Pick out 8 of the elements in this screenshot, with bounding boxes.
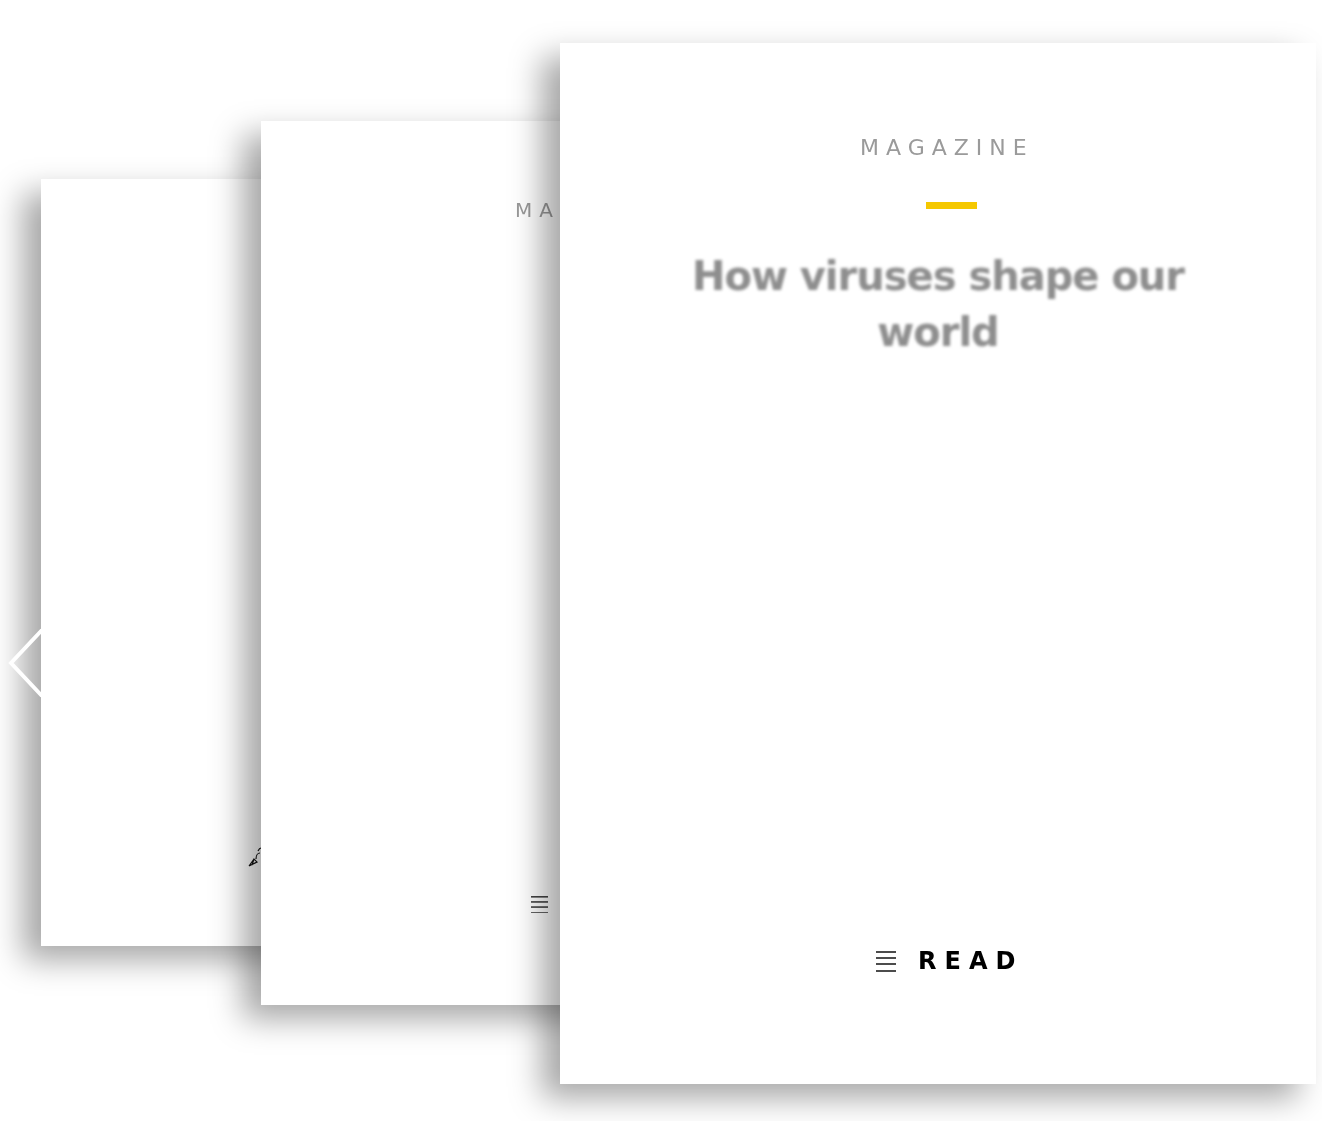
article-title: How viruses shape our world <box>690 252 1186 357</box>
cursor-icon <box>248 847 261 867</box>
menu-icon <box>876 950 896 972</box>
menu-icon <box>531 895 548 914</box>
read-button[interactable]: READ <box>876 943 1024 979</box>
section-label: MA <box>515 197 560 224</box>
section-label: MAGAZINE <box>860 134 1034 162</box>
accent-bar <box>926 202 977 209</box>
